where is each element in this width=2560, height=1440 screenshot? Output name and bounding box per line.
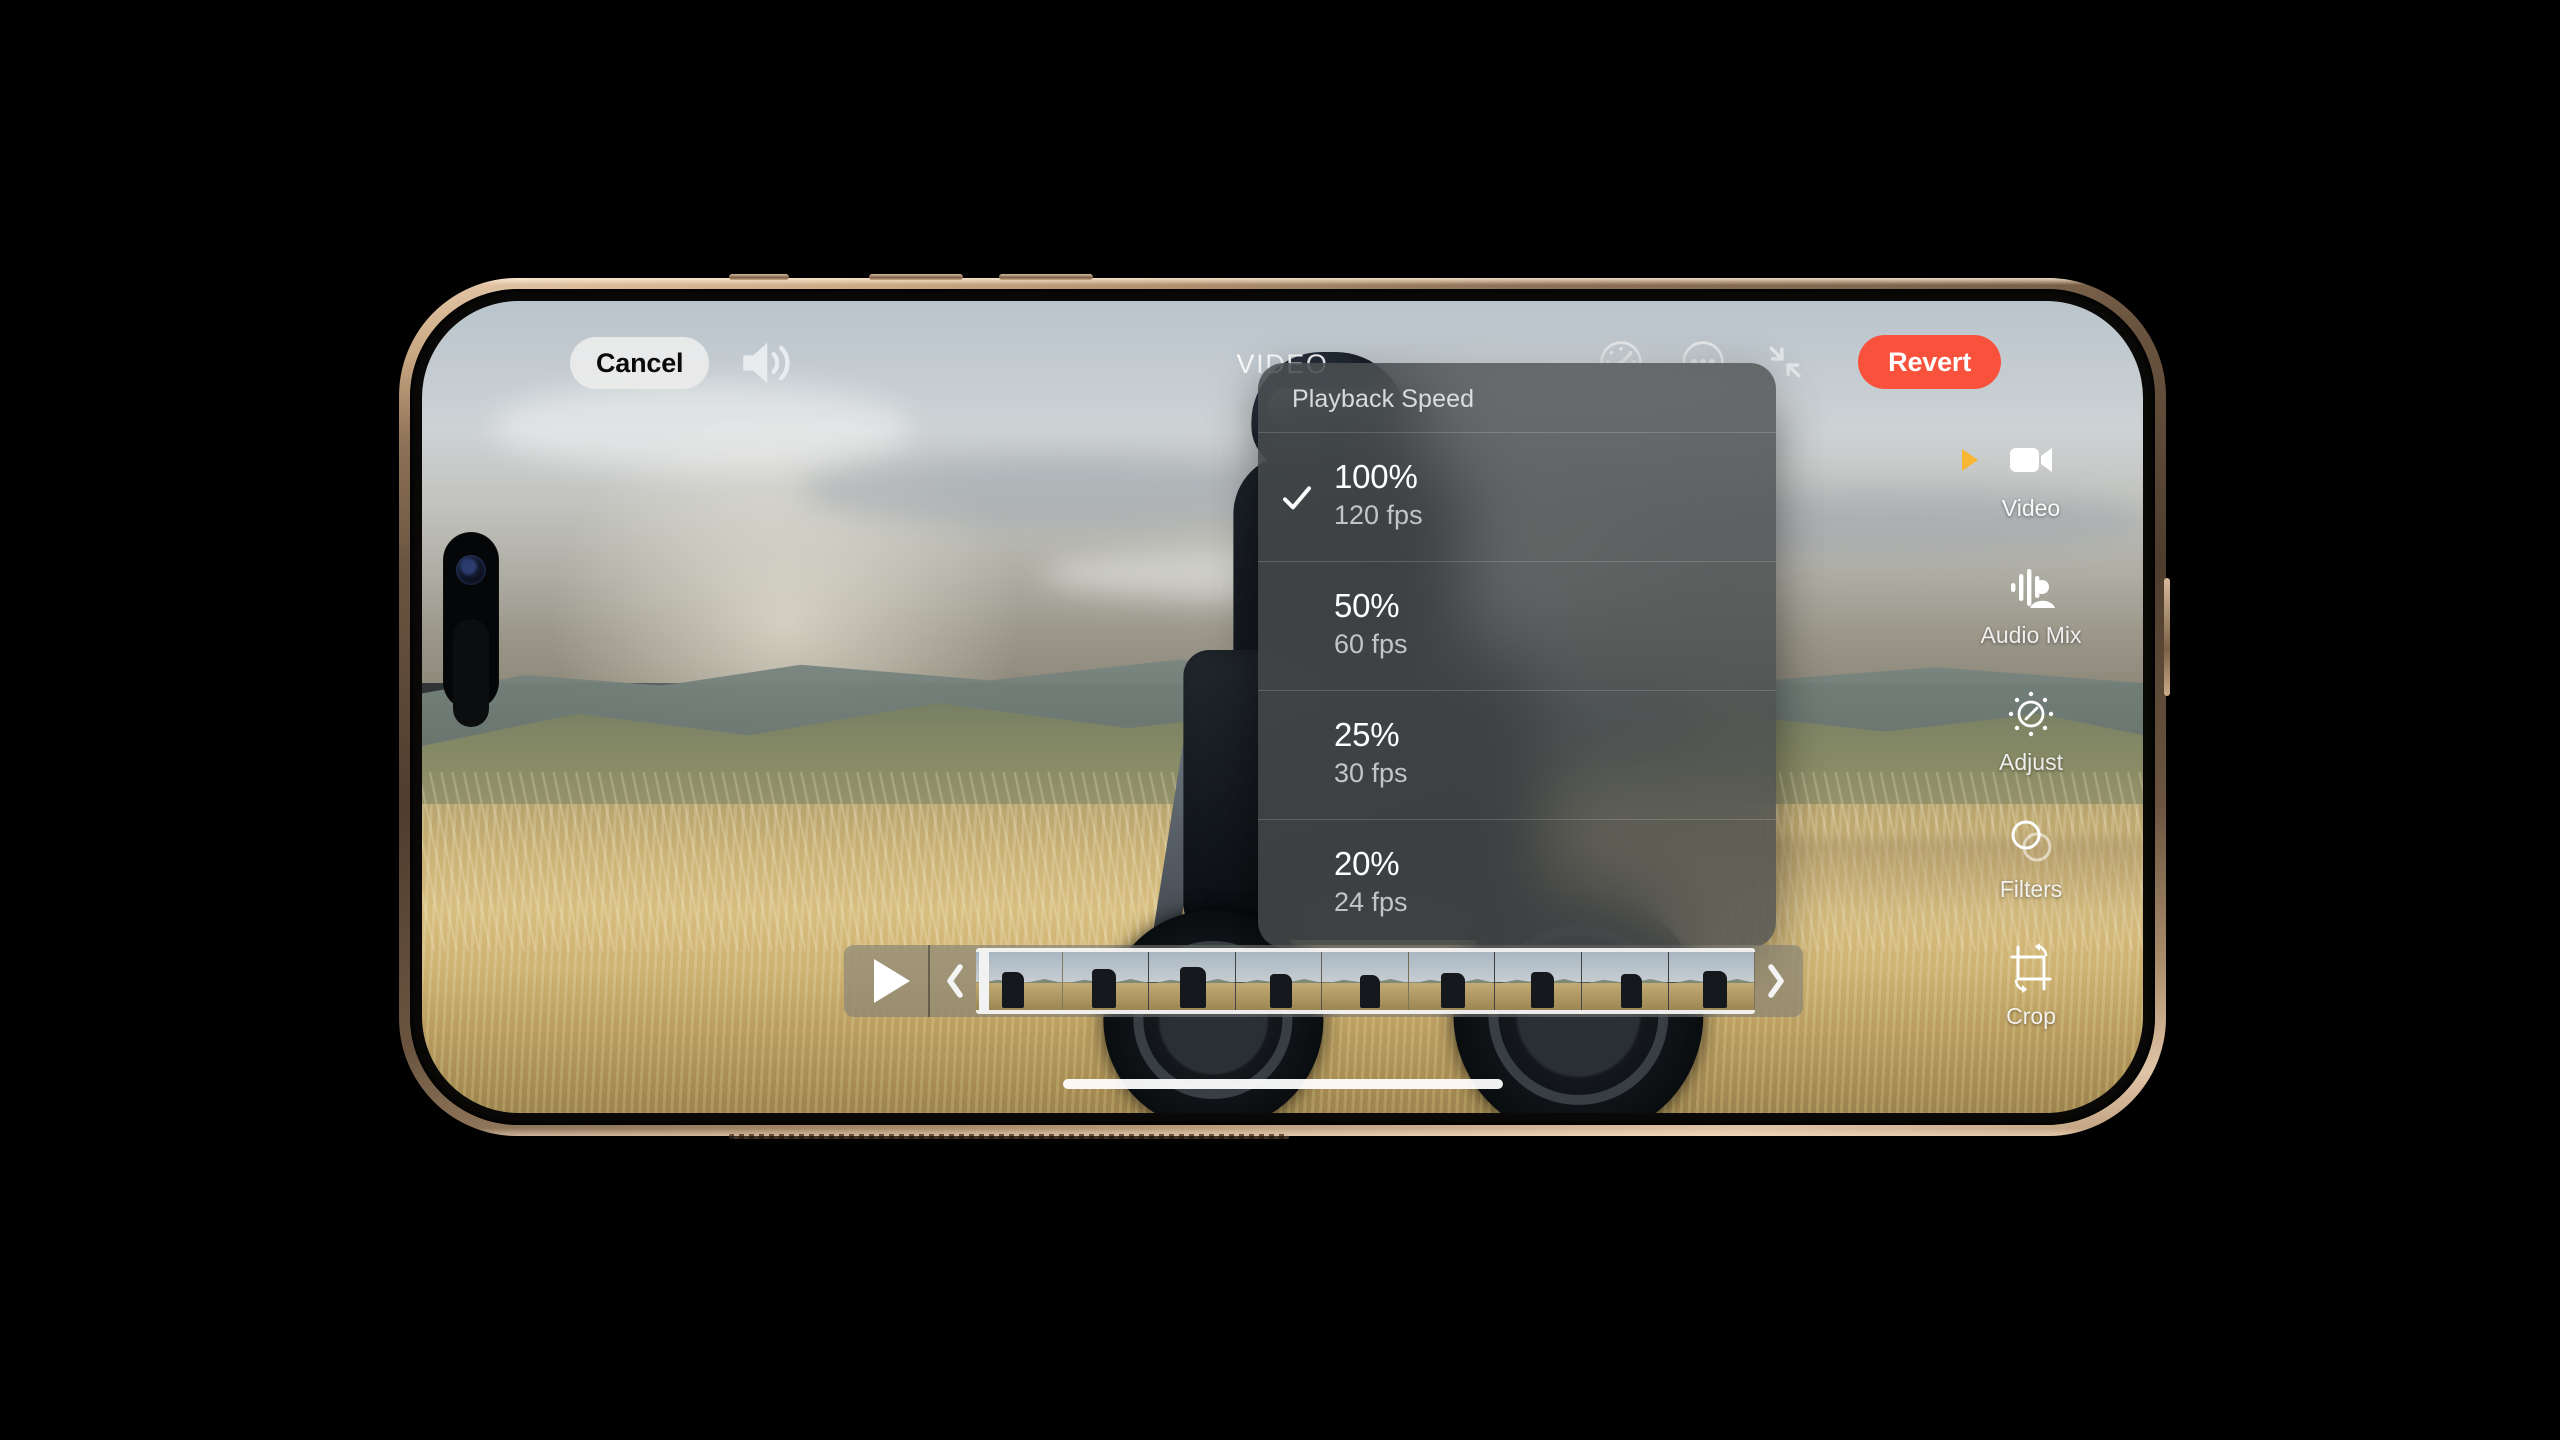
tab-adjust-label: Adjust	[1999, 749, 2063, 775]
speed-option-percent: 25%	[1334, 716, 1400, 754]
editor-tool-rail: Video Audio Mix Adjust Filters Crop	[1947, 427, 2115, 1032]
device-bezel: Cancel VIDEO	[410, 289, 2155, 1125]
speed-option-percent: 100%	[1334, 458, 1418, 495]
filmstrip[interactable]	[976, 948, 1755, 1014]
adjust-dial-icon	[2008, 691, 2054, 737]
action-button[interactable]	[729, 274, 789, 280]
filmstrip-frame	[1581, 952, 1669, 1010]
speed-option-25[interactable]: 25% 30 fps	[1258, 690, 1776, 819]
filmstrip-frame	[1495, 952, 1582, 1010]
tab-adjust[interactable]: Adjust	[1956, 681, 2106, 778]
speed-option-100[interactable]: 100% 120 fps	[1258, 432, 1776, 561]
trim-track[interactable]	[928, 945, 1797, 1017]
trim-end-handle[interactable]	[1755, 945, 1797, 1017]
filmstrip-frame	[1235, 952, 1323, 1010]
speed-option-fps: 24 fps	[1334, 887, 1408, 918]
front-camera-icon	[456, 555, 486, 585]
tab-video-label: Video	[2001, 495, 2061, 521]
chevron-left-icon	[947, 964, 963, 998]
speed-option-percent: 20%	[1334, 845, 1400, 883]
checkmark-icon	[1283, 486, 1311, 510]
speaker-grille	[729, 1134, 1289, 1139]
active-tab-marker	[1962, 449, 1978, 471]
playback-speed-menu: Playback Speed 100% 120 fps 50% 60 fps 2…	[1258, 363, 1776, 949]
revert-button[interactable]: Revert	[1858, 335, 2001, 389]
audio-mix-icon	[2011, 569, 2055, 608]
home-indicator[interactable]	[1062, 1079, 1503, 1089]
volume-up-button[interactable]	[869, 274, 963, 280]
tab-crop-label: Crop	[2006, 1003, 2056, 1029]
iphone-device: Cancel VIDEO	[399, 274, 2170, 1139]
volume-down-button[interactable]	[999, 274, 1093, 280]
trim-start-handle[interactable]	[934, 945, 976, 1017]
filters-circles-icon	[2011, 820, 2052, 862]
device-screen: Cancel VIDEO	[422, 301, 2143, 1113]
filmstrip-frame	[1408, 952, 1496, 1010]
playback-speed-menu-title: Playback Speed	[1292, 385, 1475, 413]
filmstrip-frame	[1062, 952, 1150, 1010]
video-camera-icon	[2010, 448, 2052, 472]
screenshot-stage: Cancel VIDEO	[0, 0, 2560, 1440]
filmstrip-frame	[1668, 952, 1755, 1010]
face-id-sensor	[453, 619, 489, 727]
chevron-right-icon	[1768, 964, 1784, 998]
dynamic-island	[444, 533, 498, 727]
speed-option-fps: 60 fps	[1334, 629, 1408, 659]
speed-option-20[interactable]: 20% 24 fps	[1258, 819, 1776, 948]
filmstrip-frame	[1322, 952, 1409, 1010]
crop-rotate-icon	[2010, 943, 2052, 993]
speed-option-percent: 50%	[1334, 587, 1400, 625]
side-power-button[interactable]	[2164, 578, 2170, 696]
tab-audio-mix[interactable]: Audio Mix	[1956, 554, 2106, 651]
play-button[interactable]	[850, 945, 928, 1017]
playhead[interactable]	[979, 952, 989, 1010]
tab-video[interactable]: Video	[1956, 427, 2106, 524]
editor-ui-overlay: Cancel VIDEO	[422, 301, 2143, 1113]
tab-audio-mix-label: Audio Mix	[1980, 622, 2082, 648]
speed-option-fps: 120 fps	[1334, 499, 1423, 530]
tab-crop[interactable]: Crop	[1956, 935, 2106, 1032]
tab-filters-label: Filters	[1999, 876, 2063, 902]
video-timeline	[844, 945, 1803, 1017]
play-triangle-icon	[874, 959, 910, 1003]
revert-button-label: Revert	[1888, 346, 1971, 377]
speed-option-fps: 30 fps	[1334, 758, 1408, 789]
speed-option-50[interactable]: 50% 60 fps	[1258, 561, 1776, 690]
tab-filters[interactable]: Filters	[1956, 808, 2106, 905]
filmstrip-frame	[1149, 952, 1236, 1010]
